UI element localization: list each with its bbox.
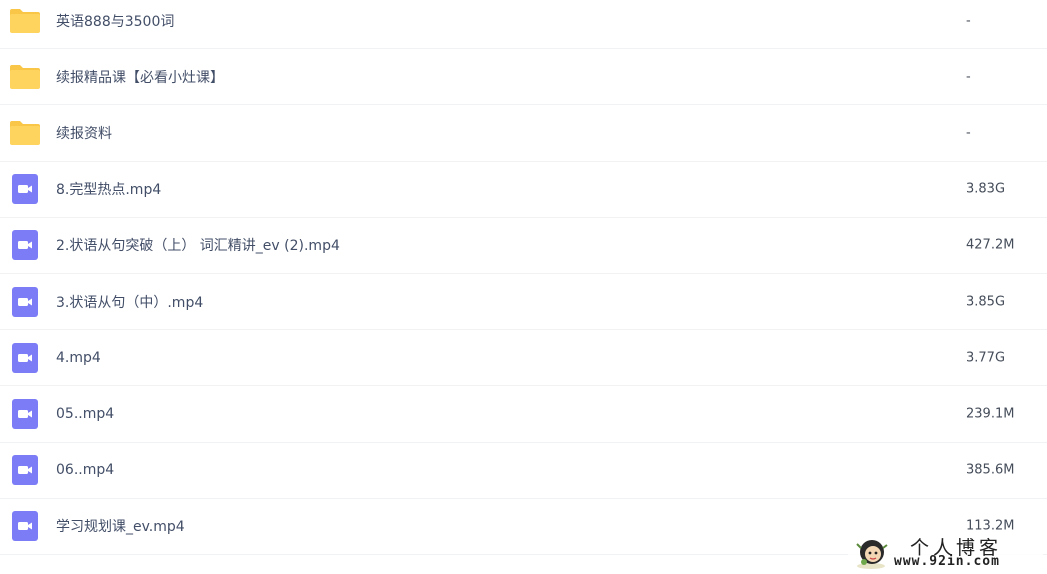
file-size: 385.6M xyxy=(966,462,1015,478)
file-name: 续报精品课【必看小灶课】 xyxy=(56,69,224,86)
video-file-icon xyxy=(9,454,41,486)
file-name: 05..mp4 xyxy=(56,405,115,422)
file-size: - xyxy=(966,13,971,29)
file-list: 英语888与3500词 - 续报精品课【必看小灶课】 - 续报资料 - 8.完型… xyxy=(0,0,1047,555)
file-name: 续报资料 xyxy=(56,125,112,142)
video-file-icon xyxy=(9,398,41,430)
video-file-icon xyxy=(9,286,41,318)
video-file-icon xyxy=(9,342,41,374)
file-row[interactable]: 英语888与3500词 - xyxy=(0,0,1047,50)
folder-icon xyxy=(9,117,41,149)
file-row[interactable]: 06..mp4 385.6M xyxy=(0,443,1047,499)
file-size: 427.2M xyxy=(966,237,1015,253)
file-row[interactable]: 续报资料 - xyxy=(0,105,1047,162)
file-name: 4.mp4 xyxy=(56,349,101,366)
cartoon-avatar-icon xyxy=(854,536,888,570)
file-name: 06..mp4 xyxy=(56,462,115,479)
file-row[interactable]: 2.状语从句突破（上） 词汇精讲_ev (2).mp4 427.2M xyxy=(0,218,1047,274)
folder-icon xyxy=(9,5,41,37)
file-row[interactable]: 3.状语从句（中）.mp4 3.85G xyxy=(0,274,1047,331)
file-name: 英语888与3500词 xyxy=(56,13,175,30)
file-row[interactable]: 4.mp4 3.77G xyxy=(0,330,1047,387)
video-file-icon xyxy=(9,510,41,542)
file-size: 239.1M xyxy=(966,406,1015,422)
file-size: - xyxy=(966,69,971,85)
video-file-icon xyxy=(9,173,41,205)
file-size: 3.85G xyxy=(966,294,1006,310)
file-size: 3.83G xyxy=(966,181,1006,197)
file-name: 3.状语从句（中）.mp4 xyxy=(56,294,204,311)
blog-watermark: 个人博客 www.92in.com xyxy=(848,533,1043,573)
file-size: 113.2M xyxy=(966,518,1015,534)
video-file-icon xyxy=(9,229,41,261)
folder-icon xyxy=(9,61,41,93)
file-row[interactable]: 8.完型热点.mp4 3.83G xyxy=(0,162,1047,218)
file-row[interactable]: 续报精品课【必看小灶课】 - xyxy=(0,49,1047,106)
file-row[interactable]: 05..mp4 239.1M xyxy=(0,386,1047,443)
file-name: 学习规划课_ev.mp4 xyxy=(56,519,185,536)
file-name: 8.完型热点.mp4 xyxy=(56,182,162,199)
file-size: - xyxy=(966,125,971,141)
file-name: 2.状语从句突破（上） 词汇精讲_ev (2).mp4 xyxy=(56,238,340,255)
watermark-url: www.92in.com xyxy=(894,554,1000,569)
file-size: 3.77G xyxy=(966,350,1006,366)
